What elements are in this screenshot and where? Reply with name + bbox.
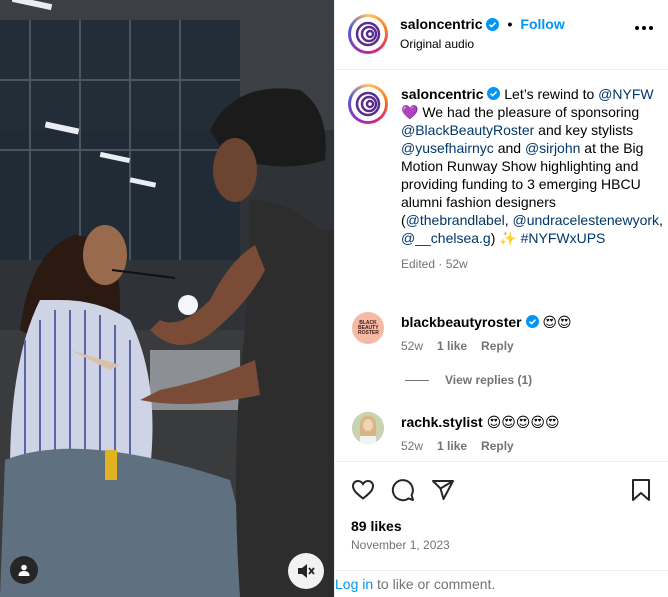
caption-text: Let’s rewind to @NYFW 💜 We had the pleas… xyxy=(401,86,663,246)
profile-photo xyxy=(352,412,384,444)
more-options-icon xyxy=(635,26,639,30)
caption-text-segment: and key stylists xyxy=(534,122,634,138)
caption-mention-link[interactable]: #NYFWxUPS xyxy=(521,230,606,246)
caption-text-segment: ) ✨ xyxy=(490,230,521,246)
user-icon xyxy=(18,564,30,576)
tagged-users-button[interactable] xyxy=(10,556,38,584)
avatar-logo-text: BLACK BEAUTY ROSTER xyxy=(358,319,379,336)
comment-meta: 52w 1 like Reply xyxy=(401,339,514,353)
post-actions: 89 likes November 1, 2023 Log in to like… xyxy=(335,461,668,597)
caption-mention-link[interactable]: @NYFW xyxy=(598,86,653,102)
comment-body: 😍😍 xyxy=(542,314,572,330)
comment-body: 😍😍😍😍😍 xyxy=(486,414,560,430)
like-button[interactable] xyxy=(351,478,375,502)
caption-meta: Edited · 52w xyxy=(401,257,468,271)
comment-text: blackbeautyroster 😍😍 xyxy=(401,314,572,331)
post-media[interactable] xyxy=(0,0,334,597)
comment-avatar[interactable] xyxy=(352,412,384,444)
header-username[interactable]: saloncentric xyxy=(400,16,482,32)
header-username-row: saloncentric • Follow xyxy=(400,16,565,32)
comment-avatar[interactable]: BLACK BEAUTY ROSTER xyxy=(352,312,384,344)
follow-button[interactable]: Follow xyxy=(520,16,564,32)
more-options-button[interactable] xyxy=(635,26,653,30)
saloncentric-logo-icon xyxy=(355,21,381,47)
login-prompt: Log in to like or comment. xyxy=(335,570,668,597)
post-details-panel: saloncentric • Follow Original audio sal… xyxy=(334,0,668,597)
comment-meta: 52w 1 like Reply xyxy=(401,439,514,453)
speech-bubble-icon xyxy=(391,479,414,502)
caption-username[interactable]: saloncentric xyxy=(401,86,483,102)
separator-dot: • xyxy=(507,16,513,32)
media-photo xyxy=(0,0,334,597)
comment-username[interactable]: rachk.stylist xyxy=(401,414,483,430)
comment-username[interactable]: blackbeautyroster xyxy=(401,314,522,330)
mute-button[interactable] xyxy=(288,553,324,589)
verified-badge-icon xyxy=(525,315,539,328)
caption-text-segment: , xyxy=(659,212,663,228)
caption-mention-link[interactable]: @thebrandlabel xyxy=(406,212,505,228)
caption-text-segment: Let’s rewind to xyxy=(504,86,599,102)
verified-badge-icon xyxy=(487,87,501,100)
comment-likes[interactable]: 1 like xyxy=(437,439,467,453)
comment-age[interactable]: 52w xyxy=(401,339,423,353)
heart-icon xyxy=(351,479,375,500)
caption-text-segment: and xyxy=(493,140,525,156)
audio-label[interactable]: Original audio xyxy=(400,37,474,51)
paper-plane-icon xyxy=(432,480,454,500)
bookmark-icon xyxy=(632,479,650,501)
reply-button[interactable]: Reply xyxy=(481,439,514,453)
caption-text-segment: 💜 We had the pleasure of sponsoring xyxy=(401,104,640,120)
comment-text: rachk.stylist 😍😍😍😍😍 xyxy=(401,414,560,431)
speaker-muted-icon xyxy=(298,564,315,578)
reply-button[interactable]: Reply xyxy=(481,339,514,353)
saloncentric-logo-icon xyxy=(355,91,381,117)
caption-mention-link[interactable]: @yusefhairnyc xyxy=(401,140,494,156)
post-caption: saloncentric Let’s rewind to @NYFW 💜 We … xyxy=(401,85,663,273)
caption-mention-link[interactable]: @sirjohn xyxy=(525,140,580,156)
comment-button[interactable] xyxy=(391,478,415,502)
likes-count[interactable]: 89 likes xyxy=(351,518,402,534)
caption-mention-link[interactable]: @__chelsea.g xyxy=(401,230,491,246)
post-date[interactable]: November 1, 2023 xyxy=(351,538,450,552)
post-header: saloncentric • Follow Original audio xyxy=(335,0,668,70)
comment-age[interactable]: 52w xyxy=(401,439,423,453)
account-avatar[interactable] xyxy=(348,14,388,54)
divider-line xyxy=(405,379,429,381)
login-prompt-text: to like or comment. xyxy=(373,576,496,592)
verified-badge-icon xyxy=(486,17,500,31)
save-button[interactable] xyxy=(629,478,653,502)
caption-avatar[interactable] xyxy=(348,84,388,124)
login-link[interactable]: Log in xyxy=(335,576,373,592)
share-button[interactable] xyxy=(431,478,455,502)
caption-mention-link[interactable]: @undracelestenewyork xyxy=(513,212,660,228)
view-replies-button[interactable]: View replies (1) xyxy=(405,373,532,387)
view-replies-label: View replies (1) xyxy=(445,373,533,387)
comments-list[interactable]: saloncentric Let’s rewind to @NYFW 💜 We … xyxy=(335,71,668,461)
caption-text-segment: , xyxy=(504,212,513,228)
caption-mention-link[interactable]: @BlackBeautyRoster xyxy=(401,122,534,138)
comment-likes[interactable]: 1 like xyxy=(437,339,467,353)
